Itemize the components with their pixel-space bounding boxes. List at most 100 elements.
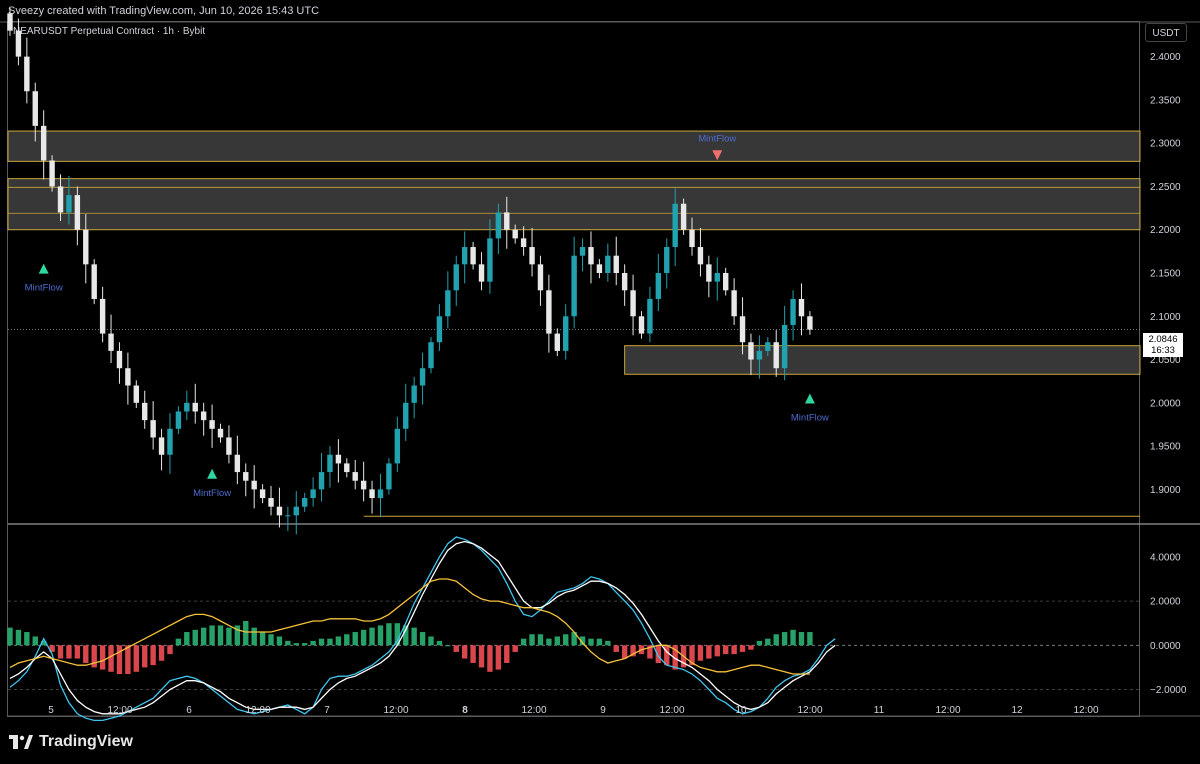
candle	[537, 255, 544, 306]
price-axis-tick: 2.4000	[1150, 52, 1181, 63]
candle	[108, 314, 114, 364]
oscillator-axis-tick: −2.0000	[1150, 685, 1187, 696]
histogram-bar	[32, 636, 38, 646]
candle	[369, 480, 375, 514]
histogram-bar	[546, 638, 552, 646]
oscillator-axis-tick: 0.0000	[1150, 641, 1181, 652]
histogram-bar	[302, 643, 308, 646]
histogram-bar	[697, 645, 704, 661]
histogram-bar	[276, 636, 283, 646]
histogram-bar	[209, 625, 215, 646]
mintflow-signal: MintFlow	[25, 263, 63, 294]
candle	[175, 406, 182, 434]
candle	[630, 274, 636, 336]
candle	[647, 286, 653, 343]
candle	[251, 465, 257, 509]
candle	[49, 155, 55, 192]
brand-name: TradingView	[39, 733, 133, 750]
candle-body	[57, 186, 64, 213]
candle	[563, 304, 569, 360]
histogram-bar	[807, 632, 813, 646]
candle-body	[234, 454, 241, 473]
candle	[386, 458, 392, 495]
candle-body	[436, 316, 443, 343]
histogram-bar	[150, 645, 156, 666]
histogram-bar	[74, 645, 81, 659]
histogram-bar	[478, 645, 485, 668]
histogram-bar	[192, 629, 198, 646]
candle-body	[419, 368, 426, 386]
candle-body	[546, 290, 552, 334]
histogram-bar	[116, 645, 123, 675]
histogram-bar	[243, 621, 249, 646]
candle	[192, 383, 198, 424]
candle-body	[680, 203, 687, 230]
candle	[360, 461, 367, 502]
candle	[419, 352, 426, 405]
candle	[394, 416, 401, 473]
candle-body	[773, 342, 779, 369]
candle	[605, 243, 611, 282]
histogram-bar	[495, 645, 502, 670]
candle	[276, 487, 283, 528]
histogram-bar	[184, 632, 190, 646]
histogram-bar	[411, 627, 417, 646]
candle	[697, 227, 704, 277]
candle	[377, 473, 384, 518]
candle-body	[807, 316, 813, 330]
candle-body	[723, 273, 729, 291]
candle-body	[217, 428, 224, 438]
signal-up-arrow-icon	[207, 468, 218, 479]
candle	[99, 286, 106, 343]
histogram-bar	[428, 636, 434, 646]
histogram-bar	[461, 645, 468, 659]
candle	[15, 18, 22, 66]
histogram-bar	[706, 645, 712, 659]
price-axis-tick: 2.3000	[1150, 139, 1181, 150]
candle-body	[133, 385, 139, 403]
histogram-bar	[335, 636, 342, 646]
candle	[487, 219, 493, 294]
candle-body	[504, 212, 510, 230]
histogram-bar	[226, 627, 232, 646]
histogram-bar	[739, 645, 746, 652]
candle-body	[672, 203, 678, 248]
candle-body	[588, 247, 594, 265]
histogram-bar	[605, 640, 611, 646]
histogram-bar	[386, 623, 392, 646]
candle-body	[276, 506, 283, 516]
histogram-bar	[66, 645, 72, 659]
candle-body	[344, 463, 350, 473]
histogram-bar	[512, 645, 518, 652]
time-axis-tick: 6	[186, 705, 192, 716]
candle-body	[259, 489, 266, 499]
fast-line	[9, 536, 836, 722]
candle	[714, 257, 720, 301]
histogram-bar	[108, 645, 114, 672]
candle-body	[664, 247, 670, 273]
candle-body	[7, 13, 13, 31]
candle-body	[125, 368, 131, 386]
histogram-bar	[158, 645, 165, 661]
candle-body	[411, 385, 417, 403]
time-axis-tick: 12:00	[797, 705, 822, 716]
candle	[142, 390, 148, 429]
price-axis-tick: 2.3500	[1150, 95, 1181, 106]
price-chart[interactable]: MintFlow MintFlow MintFlow MintFlow 2.4000 2.…	[0, 0, 1200, 764]
time-axis-tick: 12	[1011, 705, 1023, 716]
candle-body	[74, 195, 81, 230]
price-axis-tick: 2.1500	[1150, 269, 1181, 280]
candle-body	[360, 480, 367, 490]
histogram-bar	[142, 645, 148, 668]
histogram-bar	[83, 645, 89, 663]
candle-body	[748, 342, 754, 360]
candle-body	[605, 255, 611, 273]
candle	[116, 342, 123, 384]
histogram-bar	[369, 627, 375, 646]
candle-body	[790, 298, 796, 325]
candle	[226, 425, 232, 464]
candle-body	[529, 247, 535, 265]
histogram-bar	[360, 629, 367, 646]
histogram-bar	[596, 638, 603, 646]
histogram-bar	[200, 627, 207, 646]
